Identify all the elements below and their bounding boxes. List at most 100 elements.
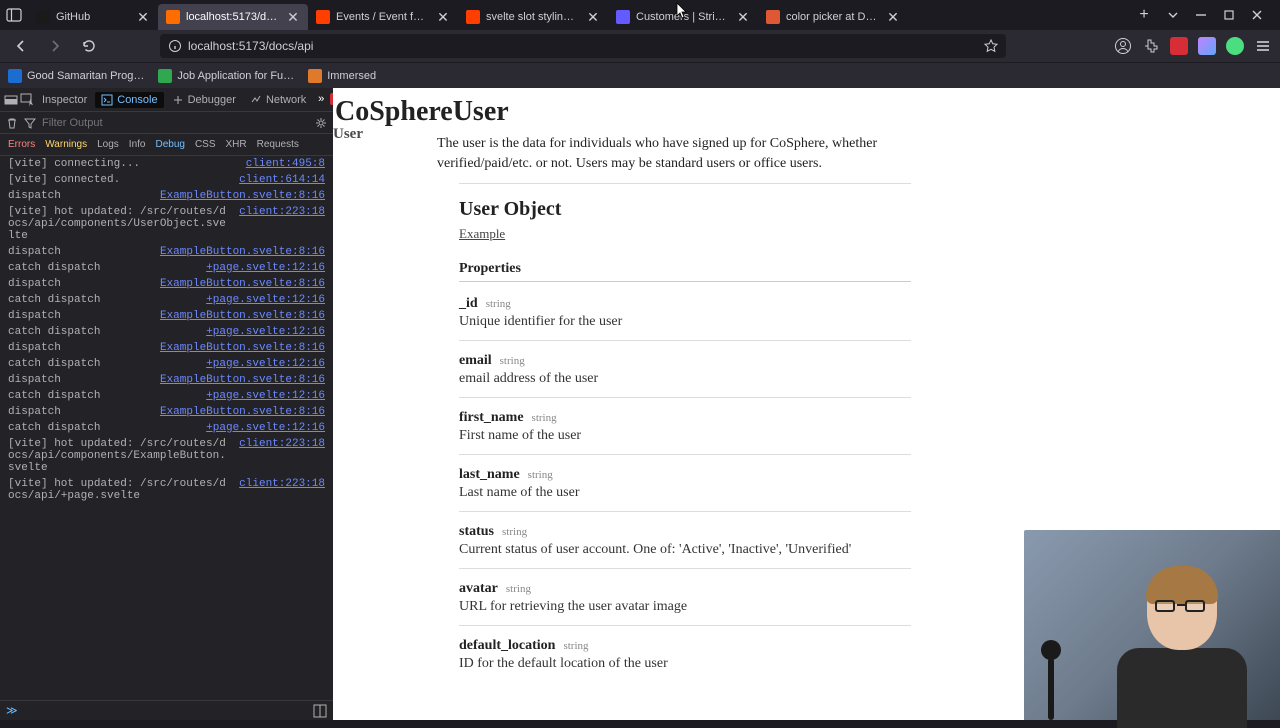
- log-source-link[interactable]: ExampleButton.svelte:8:16: [160, 190, 325, 202]
- site-info-icon[interactable]: [168, 39, 182, 53]
- log-source-link[interactable]: ExampleButton.svelte:8:16: [160, 246, 325, 258]
- log-row[interactable]: catch dispatch +page.svelte:12:16: [0, 356, 333, 372]
- tab-1[interactable]: localhost:5173/docs/api✕: [158, 4, 308, 30]
- log-row[interactable]: dispatchExampleButton.svelte:8:16: [0, 372, 333, 388]
- tab-debugger[interactable]: Debugger: [166, 92, 242, 108]
- sidebar-toggle-icon[interactable]: [6, 7, 22, 23]
- dt-pick-icon[interactable]: [20, 93, 34, 107]
- bookmark-label: Immersed: [327, 70, 376, 82]
- log-cat-css[interactable]: CSS: [195, 139, 216, 150]
- log-source-link[interactable]: client:223:18: [239, 438, 325, 474]
- log-row[interactable]: dispatchExampleButton.svelte:8:16: [0, 340, 333, 356]
- forward-button[interactable]: [42, 33, 68, 59]
- log-row[interactable]: [vite] hot updated: /src/routes/docs/api…: [0, 204, 333, 244]
- doc-description: The user is the data for individuals who…: [437, 134, 917, 173]
- log-row[interactable]: catch dispatch+page.svelte:12:16: [0, 260, 333, 276]
- tab-console[interactable]: Console: [95, 92, 163, 108]
- filter-input[interactable]: [42, 117, 309, 129]
- ext-red-icon[interactable]: [1170, 37, 1188, 55]
- log-row[interactable]: dispatchExampleButton.svelte:8:16: [0, 404, 333, 420]
- log-row[interactable]: catch dispatch+page.svelte:12:16: [0, 420, 333, 436]
- dt-overflow-icon[interactable]: »: [314, 93, 328, 107]
- log-cat-logs[interactable]: Logs: [97, 139, 119, 150]
- bookmark-item[interactable]: Immersed: [308, 69, 376, 83]
- log-source-link[interactable]: ExampleButton.svelte:8:16: [160, 374, 325, 386]
- ext-purple-icon[interactable]: [1198, 37, 1216, 55]
- tab-close-icon[interactable]: ✕: [436, 10, 450, 24]
- tab-close-icon[interactable]: ✕: [736, 10, 750, 24]
- trash-icon[interactable]: [6, 117, 18, 129]
- log-source-link[interactable]: client:223:18: [239, 206, 325, 242]
- maximize-icon[interactable]: [1222, 8, 1236, 22]
- ext-green-icon[interactable]: [1226, 37, 1244, 55]
- tab-network[interactable]: Network: [244, 92, 312, 108]
- log-row[interactable]: dispatchExampleButton.svelte:8:16: [0, 188, 333, 204]
- extensions-icon[interactable]: [1142, 37, 1160, 55]
- log-row[interactable]: catch dispatch+page.svelte:12:16: [0, 388, 333, 404]
- log-source-link[interactable]: +page.svelte:12:16: [206, 326, 325, 338]
- log-source-link[interactable]: +page.svelte:12:16: [206, 422, 325, 434]
- url-text[interactable]: localhost:5173/docs/api: [188, 39, 978, 53]
- prop-type: string: [532, 412, 557, 424]
- url-field[interactable]: localhost:5173/docs/api: [160, 34, 1006, 58]
- log-source-link[interactable]: +page.svelte:12:16: [206, 358, 325, 370]
- log-row[interactable]: dispatch ExampleButton.svelte:8:16: [0, 244, 333, 260]
- log-cat-requests[interactable]: Requests: [257, 139, 299, 150]
- log-source-link[interactable]: +page.svelte:12:16: [206, 390, 325, 402]
- dt-dock-icon[interactable]: [4, 93, 18, 107]
- reload-button[interactable]: [76, 33, 102, 59]
- log-cat-xhr[interactable]: XHR: [226, 139, 247, 150]
- filter-icon[interactable]: [24, 117, 36, 129]
- log-source-link[interactable]: ExampleButton.svelte:8:16: [160, 278, 325, 290]
- split-console-icon[interactable]: [313, 704, 327, 718]
- log-source-link[interactable]: client:223:18: [239, 478, 325, 502]
- tab-close-icon[interactable]: ✕: [286, 10, 300, 24]
- log-row[interactable]: [vite] hot updated: /src/routes/docs/api…: [0, 476, 333, 504]
- log-source-link[interactable]: +page.svelte:12:16: [206, 294, 325, 306]
- tab-close-icon[interactable]: ✕: [886, 10, 900, 24]
- tab-3[interactable]: svelte slot styling at DuckD✕: [458, 4, 608, 30]
- tab-5[interactable]: color picker at DuckDuckG✕: [758, 4, 908, 30]
- settings-icon[interactable]: [315, 117, 327, 129]
- app-menu-icon[interactable]: [1254, 37, 1272, 55]
- log-row[interactable]: [vite] connected.client:614:14: [0, 172, 333, 188]
- bookmark-item[interactable]: Good Samaritan Prog…: [8, 69, 144, 83]
- bookmark-star-icon[interactable]: [984, 39, 998, 53]
- log-row[interactable]: dispatchExampleButton.svelte:8:16: [0, 276, 333, 292]
- prop-type: string: [528, 469, 553, 481]
- tab-close-icon[interactable]: ✕: [586, 10, 600, 24]
- tab-label: Events / Event forwarding: [336, 11, 430, 23]
- log-source-link[interactable]: client:495:8: [246, 158, 325, 170]
- log-source-link[interactable]: +page.svelte:12:16: [206, 262, 325, 274]
- log-source-link[interactable]: ExampleButton.svelte:8:16: [160, 310, 325, 322]
- log-source-link[interactable]: ExampleButton.svelte:8:16: [160, 406, 325, 418]
- minimize-icon[interactable]: [1194, 8, 1208, 22]
- log-source-link[interactable]: client:614:14: [239, 174, 325, 186]
- tab-close-icon[interactable]: ✕: [136, 10, 150, 24]
- log-source-link[interactable]: ExampleButton.svelte:8:16: [160, 342, 325, 354]
- example-link[interactable]: Example: [459, 226, 505, 241]
- close-window-icon[interactable]: [1250, 8, 1264, 22]
- log-cat-errors[interactable]: Errors: [8, 139, 35, 150]
- log-row[interactable]: [vite] connecting...client:495:8: [0, 156, 333, 172]
- tab-0[interactable]: GitHub✕: [28, 4, 158, 30]
- new-tab-button[interactable]: +: [1132, 3, 1156, 27]
- log-cat-info[interactable]: Info: [129, 139, 146, 150]
- devtools-log[interactable]: [vite] connecting...client:495:8[vite] c…: [0, 156, 333, 700]
- bookmark-item[interactable]: Job Application for Fu…: [158, 69, 294, 83]
- tab-inspector[interactable]: Inspector: [36, 92, 93, 108]
- log-cat-debug[interactable]: Debug: [155, 139, 184, 150]
- tabs-dropdown-icon[interactable]: [1166, 8, 1180, 22]
- log-message: dispatch: [8, 246, 152, 258]
- log-row[interactable]: [vite] hot updated: /src/routes/docs/api…: [0, 436, 333, 476]
- log-row[interactable]: catch dispatch+page.svelte:12:16: [0, 292, 333, 308]
- back-button[interactable]: [8, 33, 34, 59]
- tab-2[interactable]: Events / Event forwarding ✕: [308, 4, 458, 30]
- log-row[interactable]: catch dispatch+page.svelte:12:16: [0, 324, 333, 340]
- tab-4[interactable]: Customers | Stripe API Re✕: [608, 4, 758, 30]
- log-message: catch dispatch: [8, 358, 198, 370]
- console-prompt[interactable]: ≫: [0, 700, 333, 720]
- log-row[interactable]: dispatchExampleButton.svelte:8:16: [0, 308, 333, 324]
- log-cat-warnings[interactable]: Warnings: [45, 139, 87, 150]
- account-icon[interactable]: [1114, 37, 1132, 55]
